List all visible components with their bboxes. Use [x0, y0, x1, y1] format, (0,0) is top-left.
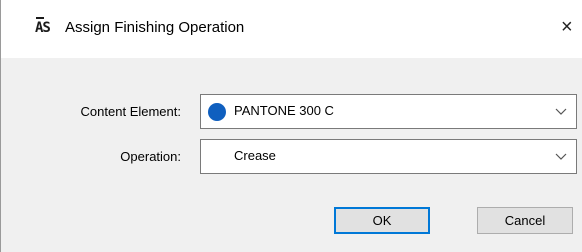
- dialog-window: AS Assign Finishing Operation × Content …: [0, 0, 582, 252]
- content-element-dropdown[interactable]: PANTONE 300 C: [200, 94, 577, 129]
- app-logo-icon: AS: [35, 17, 55, 36]
- close-icon: ×: [561, 16, 573, 38]
- chevron-down-icon: [555, 108, 567, 115]
- ok-button[interactable]: OK: [334, 207, 430, 234]
- chevron-down-icon: [555, 153, 567, 160]
- operation-value: Crease: [234, 148, 276, 163]
- content-element-label: Content Element:: [80, 104, 181, 119]
- cancel-button[interactable]: Cancel: [477, 207, 573, 234]
- title-bar: AS Assign Finishing Operation ×: [1, 0, 582, 58]
- operation-label: Operation:: [120, 149, 181, 164]
- close-button[interactable]: ×: [561, 12, 582, 42]
- dialog-title: Assign Finishing Operation: [65, 19, 245, 36]
- color-swatch-icon: [208, 103, 226, 121]
- content-element-value: PANTONE 300 C: [234, 103, 334, 118]
- operation-dropdown[interactable]: Crease: [200, 139, 577, 174]
